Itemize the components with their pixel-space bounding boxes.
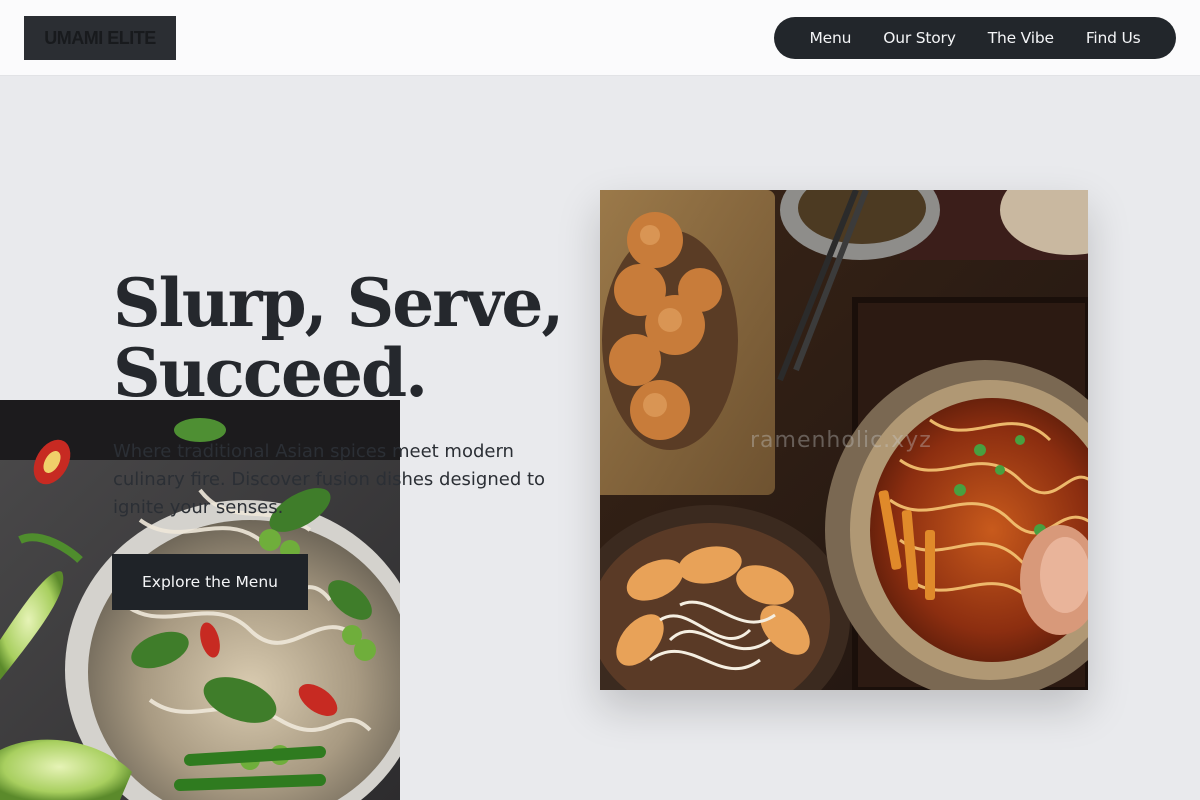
nav-link-the-vibe[interactable]: The Vibe <box>988 29 1054 47</box>
explore-menu-button[interactable]: Explore the Menu <box>112 554 308 610</box>
site-logo[interactable]: UMAMI ELITE <box>24 16 176 60</box>
nav-link-our-story[interactable]: Our Story <box>883 29 956 47</box>
nav-link-menu[interactable]: Menu <box>809 29 851 47</box>
hero-title: Slurp, Serve, Succeed. <box>113 264 564 412</box>
main-nav: Menu Our Story The Vibe Find Us <box>774 17 1176 59</box>
image-watermark: ramenholic.xyz <box>750 428 932 453</box>
nav-link-find-us[interactable]: Find Us <box>1086 29 1141 47</box>
site-header: UMAMI ELITE Menu Our Story The Vibe Find… <box>0 0 1200 76</box>
hero-subtitle: Where traditional Asian spices meet mode… <box>113 441 546 518</box>
